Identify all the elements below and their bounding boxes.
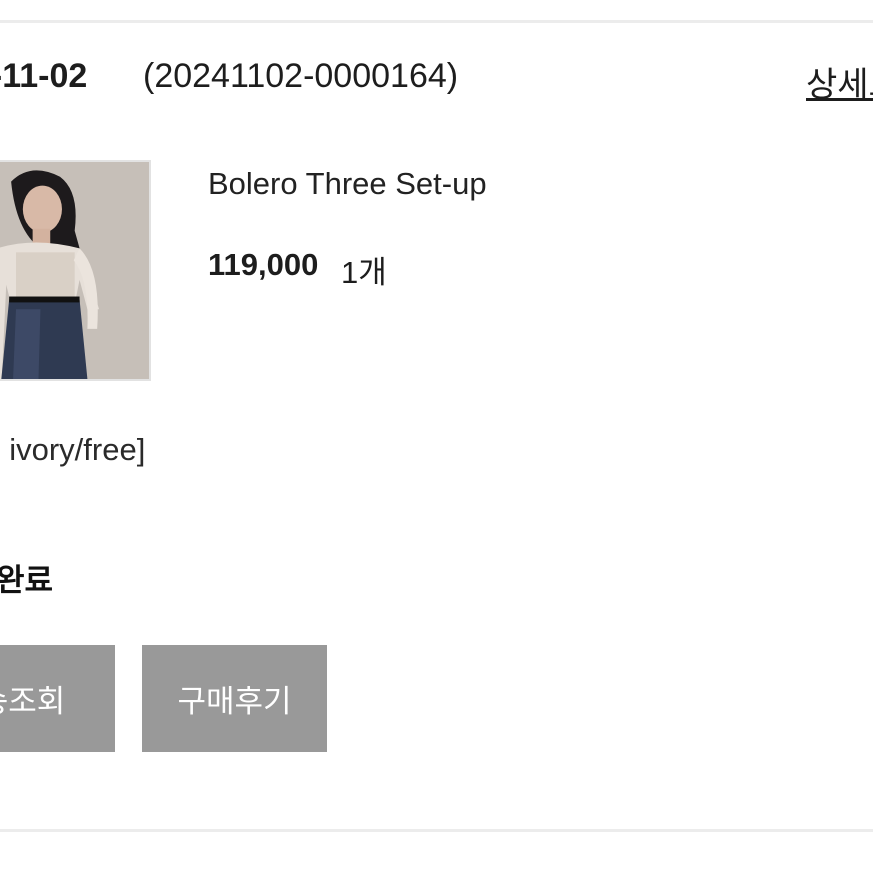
product-photo-icon [0,162,149,379]
delivery-tracking-button[interactable]: 송조회 [0,645,115,752]
order-status: 완료 [0,563,54,598]
product-price: 119,000 [208,247,319,282]
top-divider [0,20,873,23]
order-detail-link[interactable]: 상세보 [806,57,873,106]
product-quantity: 1개 [341,255,387,290]
write-review-button[interactable]: 구매후기 [142,645,327,752]
product-thumbnail[interactable] [0,160,151,381]
order-card: 4-11-02 (20241102-0000164) 상세보 Bolero Th… [0,0,873,873]
order-number: (20241102-0000164) [143,57,459,95]
order-date: 4-11-02 [0,57,88,95]
product-option: : ivory/free] [0,432,146,467]
bottom-divider [0,829,873,832]
product-name[interactable]: Bolero Three Set-up [208,166,487,202]
